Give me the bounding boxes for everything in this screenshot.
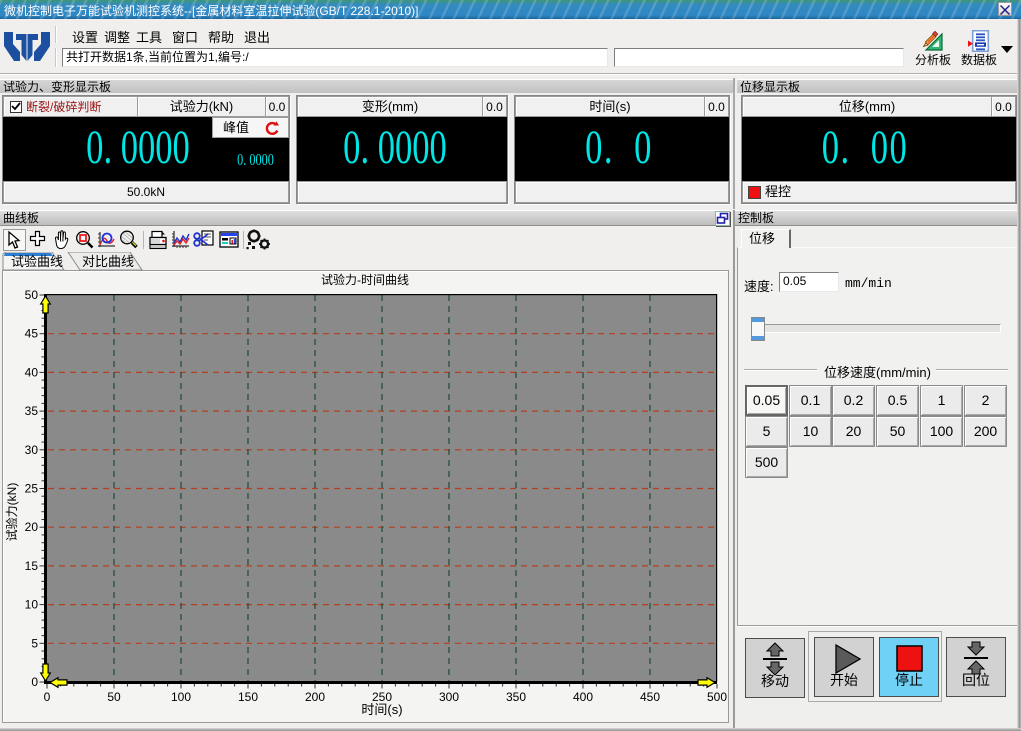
svg-text:100: 100 (171, 690, 191, 704)
svg-text:30: 30 (25, 443, 39, 457)
svg-text:25: 25 (25, 482, 39, 496)
svg-text:40: 40 (25, 365, 39, 379)
svg-text:50: 50 (25, 288, 39, 302)
svg-text:450: 450 (640, 690, 660, 704)
svg-text:35: 35 (25, 404, 39, 418)
svg-text:45: 45 (25, 327, 39, 341)
svg-text:对比曲线: 对比曲线 (82, 254, 134, 269)
svg-text:10: 10 (25, 598, 39, 612)
svg-text:200: 200 (305, 690, 325, 704)
svg-text:试验曲线: 试验曲线 (11, 254, 63, 269)
svg-text:试验力-时间曲线: 试验力-时间曲线 (321, 272, 409, 287)
svg-text:试验力(kN): 试验力(kN) (4, 483, 19, 542)
svg-text:350: 350 (506, 690, 526, 704)
svg-text:50: 50 (107, 690, 121, 704)
svg-text:500: 500 (707, 690, 727, 704)
svg-text:0: 0 (31, 675, 38, 689)
svg-text:15: 15 (25, 559, 39, 573)
svg-text:20: 20 (25, 520, 39, 534)
svg-text:时间(s): 时间(s) (361, 702, 402, 717)
svg-text:150: 150 (238, 690, 258, 704)
svg-text:300: 300 (439, 690, 459, 704)
svg-text:0: 0 (44, 690, 51, 704)
svg-text:400: 400 (573, 690, 593, 704)
svg-text:5: 5 (31, 636, 38, 650)
